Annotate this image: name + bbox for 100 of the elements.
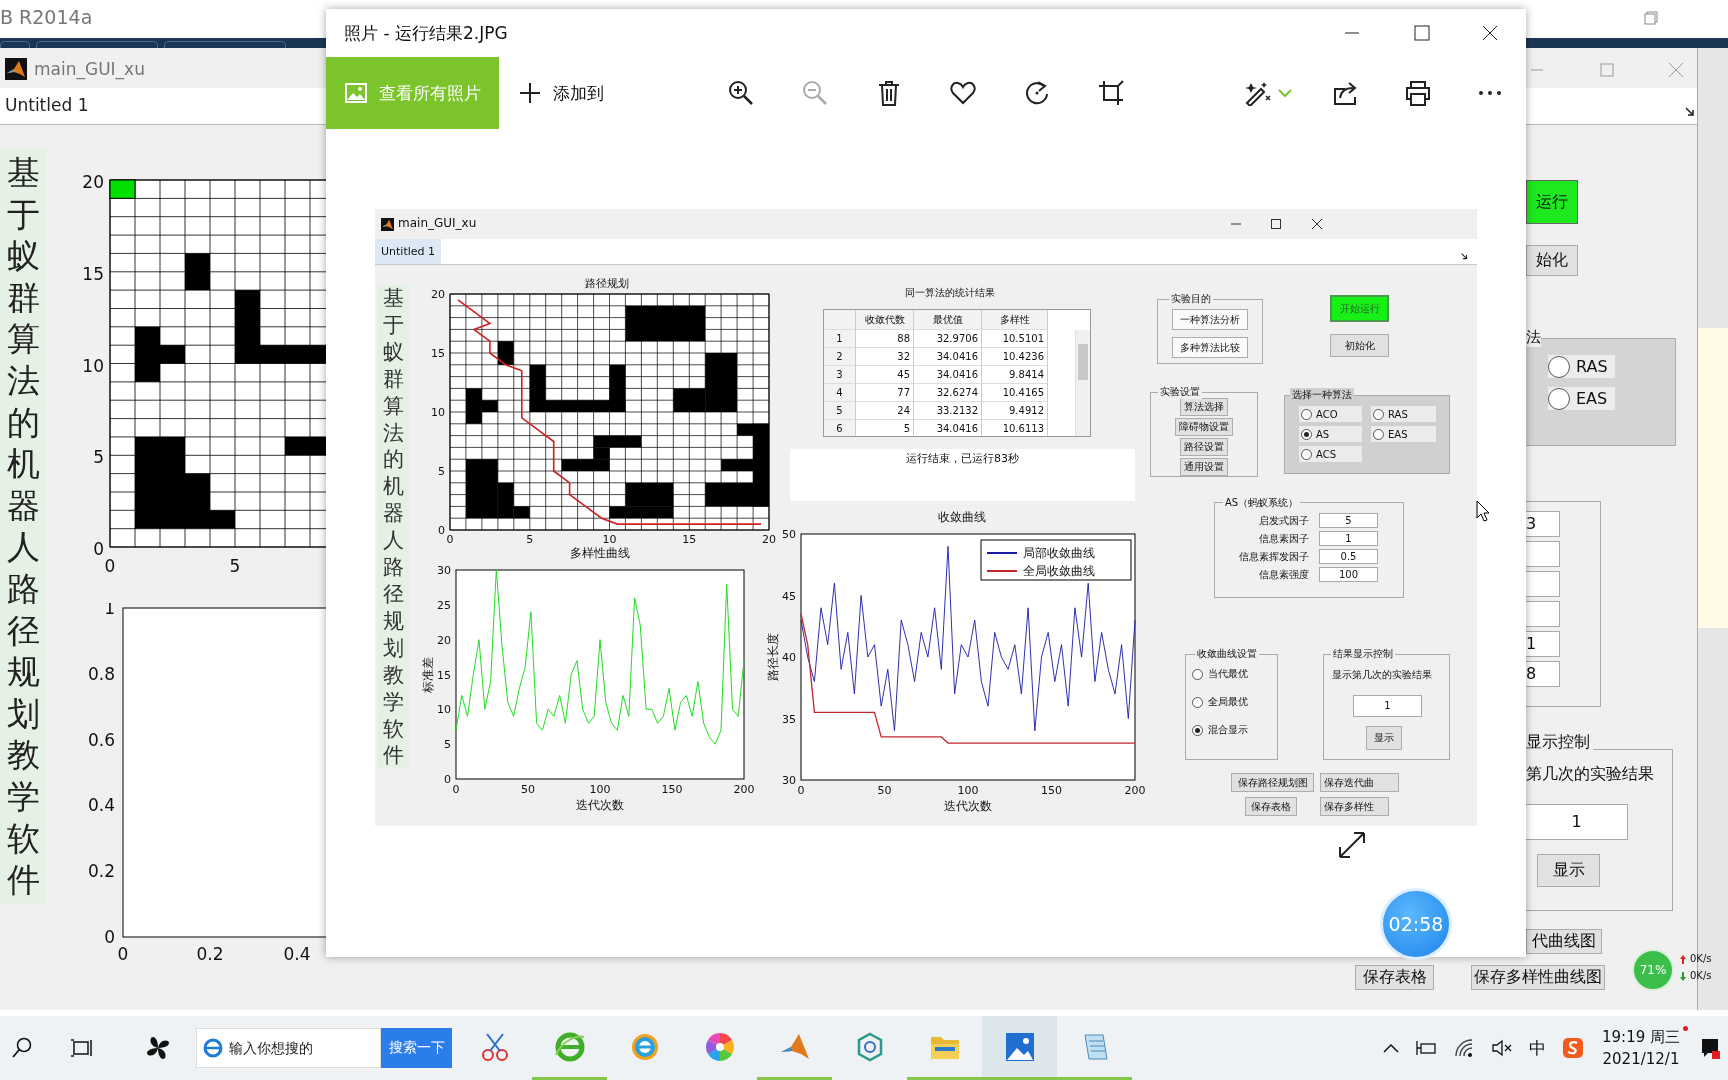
sogou-icon[interactable] bbox=[1562, 1037, 1584, 1059]
parameter-label: 信息素因子 bbox=[1258, 531, 1309, 546]
browser-icon bbox=[203, 1038, 223, 1058]
wifi-icon[interactable] bbox=[1453, 1038, 1475, 1058]
radio-button[interactable] bbox=[1301, 448, 1312, 460]
input-field[interactable]: 8 bbox=[1526, 661, 1560, 687]
radio-option[interactable]: EAS bbox=[1371, 426, 1436, 442]
dock-arrow-icon[interactable] bbox=[1685, 107, 1695, 117]
expand-icon[interactable] bbox=[1338, 831, 1366, 859]
input-field[interactable]: 0.5 bbox=[1319, 549, 1378, 564]
add-to-button[interactable]: 添加到 bbox=[507, 57, 657, 129]
window-title: B R2014a bbox=[0, 6, 93, 28]
table-cell: 32 bbox=[856, 348, 914, 366]
maximize-icon[interactable] bbox=[1414, 25, 1430, 41]
input-field[interactable]: 1 bbox=[1353, 695, 1422, 717]
mode-button[interactable]: 一种算法分析 bbox=[1172, 309, 1248, 330]
column-header: 收敛代数 bbox=[856, 310, 914, 330]
radio-button[interactable] bbox=[1192, 696, 1203, 708]
chevron-up-icon[interactable] bbox=[1383, 1043, 1399, 1053]
photos-app-icon[interactable] bbox=[982, 1016, 1057, 1080]
search-button[interactable]: 搜索一下 bbox=[381, 1028, 452, 1068]
show-button[interactable]: 显示 bbox=[1366, 726, 1402, 750]
radio-option[interactable]: AS bbox=[1299, 426, 1362, 442]
up-arrow-icon bbox=[1680, 955, 1686, 964]
input-field[interactable]: 1 bbox=[1526, 804, 1628, 840]
input-method-indicator[interactable]: 中 bbox=[1529, 1036, 1546, 1060]
tick-label: 0 bbox=[438, 524, 445, 537]
radio-button[interactable] bbox=[1301, 428, 1312, 440]
save-button[interactable]: 保存多样性 bbox=[1320, 797, 1389, 816]
show-button[interactable]: 显示 bbox=[1537, 854, 1600, 887]
task-view-icon[interactable] bbox=[70, 1038, 94, 1058]
menu-item[interactable]: Untitled 1 bbox=[5, 95, 89, 115]
input-field[interactable]: 3 bbox=[1526, 511, 1560, 537]
tick-label: 35 bbox=[782, 712, 796, 726]
settings-button[interactable]: 通用设置 bbox=[1180, 458, 1228, 476]
input-field[interactable] bbox=[1526, 601, 1560, 627]
menu-item[interactable]: Untitled 1 bbox=[375, 239, 441, 264]
axis-label: 迭代次数 bbox=[944, 799, 992, 813]
clock-date[interactable]: 2021/12/1 bbox=[1602, 1048, 1680, 1070]
group-label: 实验目的 bbox=[1169, 292, 1213, 306]
save-button[interactable]: 保存路径规划图 bbox=[1231, 773, 1314, 792]
input-field[interactable]: 1 bbox=[1319, 531, 1378, 546]
settings-button[interactable]: 路径设置 bbox=[1180, 438, 1228, 456]
settings-button[interactable]: 算法选择 bbox=[1180, 398, 1228, 416]
battery-icon[interactable] bbox=[1415, 1039, 1437, 1057]
radio-option[interactable]: EAS bbox=[1548, 387, 1615, 410]
radio-button[interactable] bbox=[1548, 355, 1570, 378]
notification-icon[interactable] bbox=[1700, 1037, 1720, 1059]
tick-label: 0.8 bbox=[87, 663, 115, 684]
plus-icon bbox=[519, 82, 541, 104]
radio-button[interactable] bbox=[1373, 408, 1384, 420]
crop-icon bbox=[1098, 80, 1124, 106]
printer-icon bbox=[1405, 80, 1431, 106]
matlab-icon bbox=[5, 58, 27, 80]
radio-button[interactable] bbox=[1548, 387, 1570, 410]
search-field[interactable]: 输入你想搜的 bbox=[196, 1028, 381, 1068]
radio-button[interactable] bbox=[1373, 428, 1384, 440]
scrollbar[interactable] bbox=[1075, 330, 1090, 436]
table-cell: 9.8414 bbox=[982, 366, 1048, 384]
rotate-icon bbox=[1024, 80, 1050, 106]
header-cell bbox=[824, 310, 856, 330]
group-label: 法 bbox=[1526, 328, 1541, 347]
save-button[interactable]: 保存多样性曲线图 bbox=[1471, 965, 1605, 990]
run-button[interactable]: 开始运行 bbox=[1330, 295, 1389, 322]
save-button[interactable]: 保存表格 bbox=[1355, 965, 1434, 990]
group-label: 收敛曲线设置 bbox=[1195, 647, 1259, 661]
input-field[interactable] bbox=[1526, 541, 1560, 567]
radio-button[interactable] bbox=[1301, 408, 1312, 420]
mode-button[interactable]: 多种算法比较 bbox=[1172, 337, 1248, 358]
plot-title: 路径规划 bbox=[585, 276, 629, 291]
save-button[interactable]: 保存表格 bbox=[1245, 797, 1297, 816]
input-field[interactable]: 1 bbox=[1526, 631, 1560, 657]
radio-option[interactable]: RAS bbox=[1371, 406, 1436, 422]
close-icon[interactable] bbox=[1482, 25, 1498, 41]
radio-button[interactable] bbox=[1192, 668, 1203, 680]
input-field[interactable] bbox=[1526, 571, 1560, 597]
table-title: 同一算法的统计结果 bbox=[905, 286, 995, 300]
save-button[interactable]: 保存迭代曲 bbox=[1320, 773, 1399, 792]
radio-option[interactable]: ACS bbox=[1299, 446, 1362, 462]
input-field[interactable]: 5 bbox=[1319, 513, 1378, 528]
init-button[interactable]: 初始化 bbox=[1330, 334, 1389, 357]
picture-icon bbox=[344, 83, 367, 103]
settings-button[interactable]: 障碍物设置 bbox=[1175, 418, 1233, 436]
muted-speaker-icon[interactable] bbox=[1491, 1039, 1513, 1057]
clock-time[interactable]: 19:19 周三 bbox=[1602, 1026, 1680, 1048]
run-button[interactable]: 运行 bbox=[1526, 180, 1578, 224]
init-button[interactable]: 始化 bbox=[1526, 245, 1578, 276]
row-header: 6 bbox=[824, 420, 856, 436]
radio-option[interactable]: RAS bbox=[1548, 355, 1615, 378]
tick-label: 10 bbox=[602, 533, 617, 546]
search-icon[interactable] bbox=[12, 1037, 32, 1059]
save-button[interactable]: 代曲线图 bbox=[1526, 929, 1602, 954]
radio-button[interactable] bbox=[1192, 724, 1203, 736]
radio-option[interactable]: ACO bbox=[1299, 406, 1362, 422]
tick-label: 0 bbox=[104, 927, 115, 947]
group-label: 选择一种算法 bbox=[1290, 388, 1354, 402]
caret-icon bbox=[1278, 88, 1292, 98]
table-cell: 32.9706 bbox=[914, 330, 982, 348]
input-field[interactable]: 100 bbox=[1319, 567, 1378, 582]
trash-icon bbox=[878, 80, 900, 106]
